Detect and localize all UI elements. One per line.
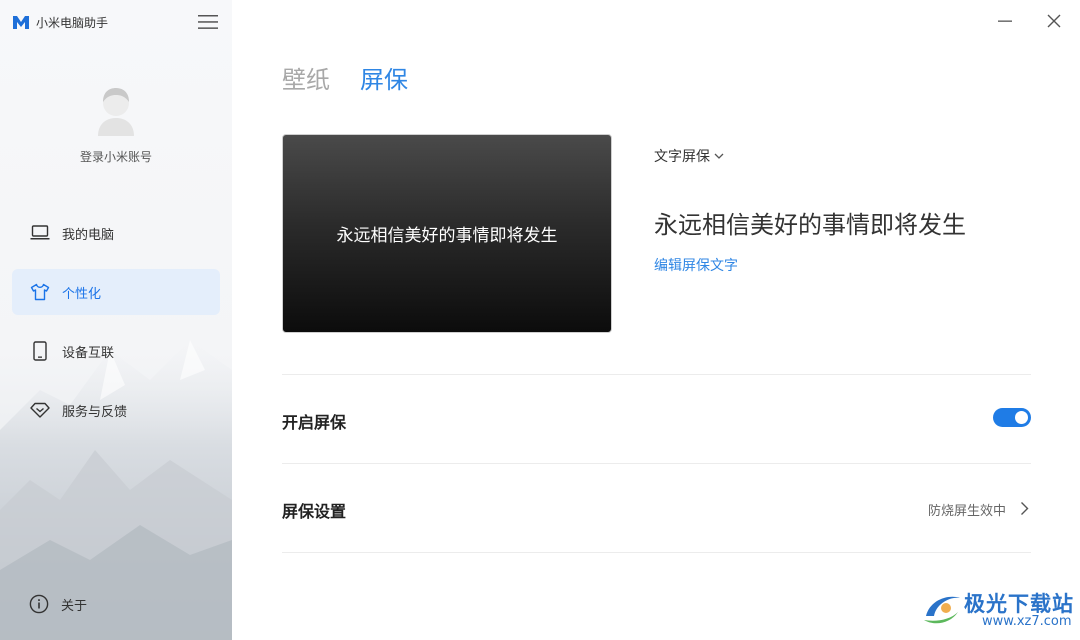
app-logo-icon	[13, 16, 29, 29]
tshirt-icon	[30, 282, 50, 302]
minimize-button[interactable]	[994, 10, 1016, 32]
divider	[282, 463, 1031, 464]
tab-wallpaper[interactable]: 壁纸	[282, 60, 330, 95]
app-title: 小米电脑助手	[36, 15, 109, 30]
sidebar-nav: 我的电脑 个性化 设备互联 服务与反馈	[12, 210, 220, 446]
sidebar: 小米电脑助手 登录小米账号 我的电脑 个性化 设备互联 服务与反馈 关于	[0, 0, 232, 640]
menu-button[interactable]	[196, 10, 220, 34]
sidebar-item-label: 个性化	[62, 286, 102, 302]
enable-screensaver-toggle[interactable]	[993, 408, 1031, 427]
divider	[282, 552, 1031, 553]
chevron-right-icon[interactable]	[1017, 500, 1031, 516]
sidebar-item-device-connect[interactable]: 设备互联	[12, 328, 220, 374]
info-icon	[29, 594, 49, 614]
mode-label: 文字屏保	[654, 149, 710, 165]
close-icon	[1047, 14, 1061, 28]
laptop-icon	[30, 223, 50, 243]
minimize-icon	[998, 20, 1012, 22]
sidebar-item-label: 设备互联	[62, 345, 115, 361]
about-label: 关于	[61, 598, 88, 614]
toggle-knob	[1015, 411, 1028, 424]
watermark-url: www.xz7.com	[982, 614, 1072, 629]
screensaver-preview: 永远相信美好的事情即将发生	[282, 134, 612, 333]
diamond-icon	[30, 400, 50, 420]
screensaver-text: 永远相信美好的事情即将发生	[654, 211, 966, 239]
tab-screensaver[interactable]: 屏保	[360, 60, 408, 95]
screensaver-settings-label[interactable]: 屏保设置	[282, 498, 346, 522]
about-button[interactable]: 关于	[29, 594, 87, 614]
watermark: 极光下载站 www.xz7.com	[920, 584, 1076, 636]
sidebar-item-personalization[interactable]: 个性化	[12, 269, 220, 315]
sidebar-item-label: 我的电脑	[62, 227, 115, 243]
hamburger-icon	[198, 15, 218, 29]
tab-bar: 壁纸 屏保	[282, 60, 438, 95]
sidebar-item-my-computer[interactable]: 我的电脑	[12, 210, 220, 256]
screensaver-mode-dropdown[interactable]: 文字屏保	[654, 146, 724, 166]
preview-text: 永远相信美好的事情即将发生	[336, 226, 558, 246]
login-account-link[interactable]: 登录小米账号	[0, 148, 232, 165]
enable-screensaver-label: 开启屏保	[282, 413, 347, 432]
sidebar-item-label: 服务与反馈	[62, 404, 128, 420]
avatar[interactable]	[92, 84, 140, 136]
close-button[interactable]	[1043, 10, 1065, 32]
sidebar-item-service-feedback[interactable]: 服务与反馈	[12, 387, 220, 433]
settings-status-text: 防烧屏生效中	[927, 504, 1006, 519]
app-header: 小米电脑助手	[12, 11, 108, 33]
chevron-down-icon	[714, 152, 724, 160]
watermark-logo-icon	[924, 596, 960, 624]
phone-icon	[30, 341, 50, 361]
edit-screensaver-text-link[interactable]: 编辑屏保文字	[654, 255, 738, 275]
divider	[282, 374, 1031, 375]
